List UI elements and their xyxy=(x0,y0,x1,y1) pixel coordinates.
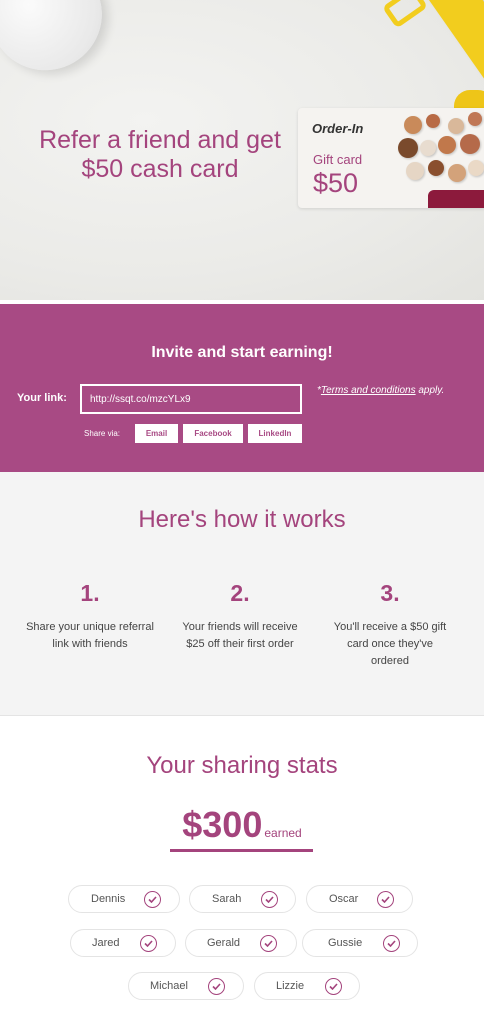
friend-name: Lizzie xyxy=(276,980,305,992)
friend-pill: Lizzie xyxy=(254,972,360,1000)
invite-section: Invite and start earning! Your link: *Te… xyxy=(0,304,484,472)
stats-title: Your sharing stats xyxy=(146,752,338,779)
link-label: Your link: xyxy=(17,392,67,404)
how-title: Here's how it works xyxy=(138,506,346,533)
computer-mouse-image xyxy=(0,0,120,89)
friend-pill: Jared xyxy=(70,929,176,957)
invite-title: Invite and start earning! xyxy=(151,344,333,361)
terms-text: *Terms and conditions apply. xyxy=(317,385,445,396)
step-3: 3. You'll receive a $50 gift card once t… xyxy=(333,580,447,667)
earned-amount: $300 xyxy=(182,804,263,845)
card-brand: Order-In xyxy=(312,121,364,136)
share-email-button[interactable]: Email xyxy=(135,424,178,443)
friend-pill: Michael xyxy=(128,972,244,1000)
share-linkedin-button[interactable]: LinkedIn xyxy=(248,424,302,443)
terms-link[interactable]: Terms and conditions xyxy=(321,385,416,396)
friend-pill: Dennis xyxy=(68,885,180,913)
friend-name: Jared xyxy=(92,937,120,949)
friend-pill: Sarah xyxy=(189,885,296,913)
check-icon xyxy=(208,978,225,995)
card-value: $50 xyxy=(313,168,359,198)
cupcakes-image xyxy=(368,112,484,190)
step-2: 2. Your friends will receive $25 off the… xyxy=(182,580,298,650)
earned-underline xyxy=(170,849,313,852)
gift-card-image: Order-In Gift card $50 xyxy=(298,108,484,208)
check-icon xyxy=(140,935,157,952)
friend-name: Dennis xyxy=(91,893,126,905)
hero-title: Refer a friend and get $50 cash card xyxy=(39,126,281,183)
step-1: 1. Share your unique referral link with … xyxy=(26,580,154,650)
friend-name: Gerald xyxy=(207,937,241,949)
friend-name: Sarah xyxy=(212,893,242,905)
friend-pill: Gerald xyxy=(185,929,297,957)
check-icon xyxy=(144,891,161,908)
friend-pill: Oscar xyxy=(306,885,413,913)
friend-name: Gussie xyxy=(328,937,363,949)
friend-pill: Gussie xyxy=(302,929,418,957)
card-label: Gift card xyxy=(313,152,363,167)
share-via-label: Share via: xyxy=(84,429,121,438)
earned-label: earned xyxy=(264,826,302,840)
friend-name: Michael xyxy=(150,980,188,992)
hero-banner: Refer a friend and get $50 cash card Ord… xyxy=(0,0,484,300)
check-icon xyxy=(377,891,394,908)
check-icon xyxy=(383,935,400,952)
how-it-works-section: Here's how it works 1. Share your unique… xyxy=(0,472,484,716)
referral-link-input[interactable] xyxy=(80,384,302,414)
check-icon xyxy=(261,891,278,908)
share-facebook-button[interactable]: Facebook xyxy=(183,424,243,443)
check-icon xyxy=(325,978,342,995)
friend-name: Oscar xyxy=(329,893,359,905)
earned-total: $300 earned xyxy=(0,804,484,846)
check-icon xyxy=(260,935,277,952)
